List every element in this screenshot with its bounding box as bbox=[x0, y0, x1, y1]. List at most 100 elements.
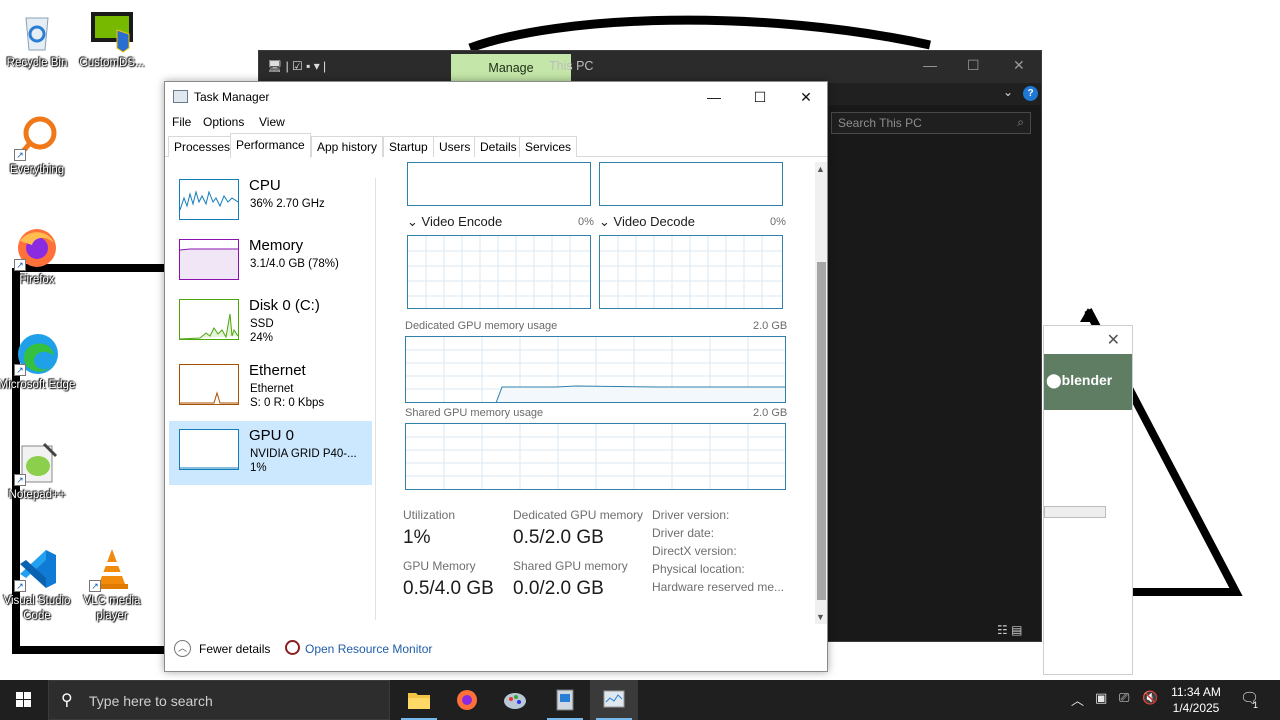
resource-item-ethernet[interactable]: Ethernet Ethernet S: 0 R: 0 Kbps bbox=[169, 356, 372, 420]
engine-name-video-decode[interactable]: ⌄ Video Decode bbox=[599, 214, 695, 230]
volume-muted-icon[interactable]: 🔇 bbox=[1142, 690, 1158, 706]
resource-item-cpu[interactable]: CPU 36% 2.70 GHz bbox=[169, 171, 372, 235]
shared-memory-label: Shared GPU memory bbox=[513, 559, 628, 573]
tab-startup[interactable]: Startup bbox=[383, 136, 434, 157]
menu-bar: File Options View bbox=[165, 112, 827, 132]
tray-app-icon[interactable]: ▣ bbox=[1095, 690, 1107, 706]
dedicated-memory-graph bbox=[405, 336, 786, 403]
chevron-down-icon[interactable]: ⌄ bbox=[1003, 85, 1013, 99]
close-button[interactable]: ✕ bbox=[783, 85, 829, 109]
tab-processes[interactable]: Processes bbox=[168, 136, 237, 157]
task-manager-icon bbox=[603, 690, 625, 708]
resource-item-memory[interactable]: Memory 3.1/4.0 GB (78%) bbox=[169, 231, 372, 295]
explorer-titlebar[interactable]: 🖥 | ☑ ▪ ▾ | Manage This PC — ☐ ✕ bbox=[259, 51, 1041, 83]
utilization-value: 1% bbox=[403, 527, 431, 548]
explorer-title: This PC bbox=[549, 59, 594, 73]
taskbar-search-placeholder: Type here to search bbox=[89, 693, 213, 709]
system-clock[interactable]: 11:34 AM 1/4/2025 bbox=[1164, 684, 1228, 716]
desktop-icon-firefox[interactable]: ↗ Firefox bbox=[0, 225, 77, 288]
show-hidden-icons-chevron[interactable]: ︿ bbox=[1071, 690, 1084, 709]
tab-app-history[interactable]: App history bbox=[311, 136, 384, 157]
resource-item-disk[interactable]: Disk 0 (C:) SSD 24% bbox=[169, 291, 372, 355]
engine-graph-top-left bbox=[407, 162, 591, 206]
paint-icon bbox=[504, 693, 526, 709]
minimize-button[interactable]: — bbox=[691, 85, 737, 109]
driver-date-label: Driver date: bbox=[652, 526, 715, 540]
task-manager-titlebar[interactable]: Task Manager — ☐ ✕ bbox=[165, 82, 827, 112]
engine-pct-video-encode: 0% bbox=[578, 216, 594, 228]
resource-detail-2: 1% bbox=[250, 462, 267, 474]
blender-window[interactable]: ✕ ⬤blender bbox=[1043, 325, 1133, 675]
chevron-down-icon: ⌄ bbox=[599, 214, 614, 229]
resource-name: Disk 0 (C:) bbox=[249, 297, 320, 314]
menu-file[interactable]: File bbox=[172, 115, 191, 129]
windows-logo-icon bbox=[16, 692, 31, 707]
desktop-icon-label: Recycle Bin bbox=[6, 57, 68, 69]
blender-titlebar: ✕ bbox=[1044, 326, 1132, 354]
gpu-memory-label: GPU Memory bbox=[403, 559, 476, 573]
shortcut-arrow-icon: ↗ bbox=[14, 474, 26, 486]
desktop-icon-edge[interactable]: ↗ Microsoft Edge bbox=[0, 330, 77, 393]
hardware-reserved-label: Hardware reserved me... bbox=[652, 580, 785, 594]
task-manager-window[interactable]: Task Manager — ☐ ✕ File Options View Pro… bbox=[164, 81, 828, 672]
engine-name-video-encode[interactable]: ⌄ Video Encode bbox=[407, 214, 502, 230]
resource-detail: SSD bbox=[250, 318, 274, 330]
shared-usage-label: Shared GPU memory usage bbox=[405, 407, 544, 419]
dedicated-memory-value: 0.5/2.0 GB bbox=[513, 527, 604, 548]
desktop-icon-label: CustomDS... bbox=[79, 57, 145, 69]
explorer-search-input[interactable]: Search This PC ⌕ bbox=[831, 112, 1031, 134]
resource-item-gpu[interactable]: GPU 0 NVIDIA GRID P40-... 1% bbox=[169, 421, 372, 485]
menu-view[interactable]: View bbox=[259, 115, 285, 129]
desktop-icon-customds[interactable]: CustomDS... bbox=[72, 8, 152, 71]
scroll-up-icon[interactable]: ▲ bbox=[816, 164, 825, 174]
video-encode-graph bbox=[407, 235, 591, 309]
maximize-button[interactable]: ☐ bbox=[737, 85, 783, 109]
engine-pct-video-decode: 0% bbox=[770, 216, 786, 228]
dedicated-usage-label: Dedicated GPU memory usage bbox=[405, 320, 558, 332]
desktop-icon-vscode[interactable]: ↗ Visual Studio Code bbox=[0, 546, 77, 624]
desktop-icon-label: Notepad++ bbox=[8, 489, 66, 501]
explorer-minimize-icon[interactable]: — bbox=[923, 57, 937, 73]
scrollbar-thumb[interactable] bbox=[817, 262, 826, 600]
explorer-close-icon[interactable]: ✕ bbox=[1013, 57, 1025, 74]
tab-users[interactable]: Users bbox=[433, 136, 477, 157]
fewer-details-link[interactable]: Fewer details bbox=[199, 642, 270, 656]
view-toggle-icons[interactable]: ☷ ▤ bbox=[997, 623, 1022, 637]
resource-detail-2: 24% bbox=[250, 332, 274, 344]
taskbar-task-manager[interactable] bbox=[590, 680, 638, 720]
dedicated-memory-label: Dedicated GPU memory bbox=[513, 508, 644, 522]
chevron-up-icon[interactable]: ︿ bbox=[174, 640, 191, 657]
tab-details[interactable]: Details bbox=[474, 136, 523, 157]
utilization-label: Utilization bbox=[403, 508, 456, 522]
resource-detail-2: S: 0 R: 0 Kbps bbox=[250, 397, 325, 409]
open-resource-monitor-link[interactable]: Open Resource Monitor bbox=[305, 642, 432, 656]
close-icon[interactable]: ✕ bbox=[1107, 330, 1120, 350]
desktop-icon-everything[interactable]: ↗ Everything bbox=[0, 115, 77, 178]
desktop-icon-notepadpp[interactable]: ↗ Notepad++ bbox=[0, 440, 77, 503]
cpu-sparkline bbox=[179, 179, 239, 220]
shortcut-arrow-icon: ↗ bbox=[14, 364, 26, 376]
tab-services[interactable]: Services bbox=[519, 136, 578, 157]
taskbar-file-explorer[interactable] bbox=[395, 680, 443, 720]
help-icon[interactable]: ? bbox=[1023, 86, 1038, 101]
taskbar-network-app[interactable] bbox=[541, 680, 589, 720]
desktop-icon-recycle-bin[interactable]: Recycle Bin bbox=[0, 8, 77, 71]
clock-time: 11:34 AM bbox=[1171, 685, 1221, 699]
engine-label: Video Decode bbox=[613, 214, 695, 229]
recycle-bin-icon bbox=[25, 17, 49, 51]
tab-performance[interactable]: Performance bbox=[230, 133, 311, 158]
physical-location-label: Physical location: bbox=[652, 562, 745, 576]
taskbar-paint-app[interactable] bbox=[491, 680, 539, 720]
taskbar-firefox[interactable] bbox=[443, 680, 491, 720]
gpu-sparkline bbox=[179, 429, 239, 470]
taskbar-search-box[interactable]: ⚲ Type here to search bbox=[48, 680, 390, 720]
search-icon: ⌕ bbox=[1017, 115, 1024, 129]
video-decode-graph bbox=[599, 235, 783, 309]
vertical-scrollbar[interactable]: ▲ ▼ bbox=[815, 162, 827, 624]
network-icon[interactable]: ⎚ bbox=[1119, 690, 1129, 706]
menu-options[interactable]: Options bbox=[203, 115, 244, 129]
desktop-icon-vlc[interactable]: ↗ VLC media player bbox=[72, 546, 152, 624]
explorer-maximize-icon[interactable]: ☐ bbox=[967, 57, 980, 74]
scroll-down-icon[interactable]: ▼ bbox=[816, 612, 825, 622]
start-button[interactable] bbox=[0, 680, 48, 720]
